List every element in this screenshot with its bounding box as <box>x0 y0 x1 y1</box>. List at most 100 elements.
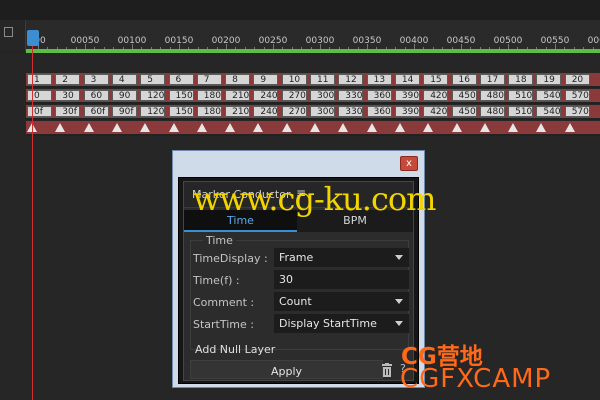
marker[interactable]: 18 <box>508 74 534 85</box>
marker[interactable]: 0f <box>27 106 52 117</box>
marker[interactable]: 30f <box>55 106 81 117</box>
marker[interactable]: 9 <box>253 74 279 85</box>
marker[interactable]: 330f <box>338 106 364 117</box>
comment-dropdown[interactable]: Count <box>274 292 409 311</box>
marker[interactable]: 540 <box>536 90 562 101</box>
marker[interactable]: 210f <box>225 106 251 117</box>
marker[interactable]: 210 <box>225 90 251 101</box>
marker[interactable]: 4 <box>111 74 137 85</box>
marker[interactable]: 30 <box>55 90 81 101</box>
marker[interactable]: 5 <box>140 74 166 85</box>
marker[interactable]: 240f <box>253 106 279 117</box>
marker[interactable]: 450 <box>451 90 477 101</box>
marker[interactable]: 8 <box>225 74 251 85</box>
marker[interactable]: 540f <box>536 106 562 117</box>
marker-triangle-icon[interactable] <box>111 123 122 132</box>
start-time-value: Display StartTime <box>279 317 377 330</box>
start-time-label: StartTime : <box>193 318 254 331</box>
marker-triangle-icon[interactable] <box>536 123 547 132</box>
marker[interactable]: 19 <box>536 74 562 85</box>
marker[interactable]: 90 <box>111 90 137 101</box>
marker[interactable]: 90f <box>111 106 137 117</box>
marker-triangle-icon[interactable] <box>281 123 292 132</box>
marker[interactable]: 570f <box>564 106 590 117</box>
marker-triangle-icon[interactable] <box>83 123 94 132</box>
marker[interactable]: 270 <box>281 90 307 101</box>
cgfxcamp-watermark: CGFXCAMP <box>400 364 552 394</box>
marker[interactable]: 20 <box>564 74 590 85</box>
marker[interactable]: 180f <box>196 106 222 117</box>
marker[interactable]: 120 <box>140 90 166 101</box>
marker[interactable]: 180 <box>196 90 222 101</box>
marker-triangle-icon[interactable] <box>196 123 207 132</box>
time-f-label: Time(f) : <box>193 274 240 287</box>
marker-triangle-icon[interactable] <box>168 123 179 132</box>
marker[interactable]: 60f <box>83 106 109 117</box>
marker-triangle-icon[interactable] <box>423 123 434 132</box>
track-divider <box>26 86 600 88</box>
marker[interactable]: 14 <box>394 74 420 85</box>
marker-triangle-icon[interactable] <box>451 123 462 132</box>
marker-triangle-icon[interactable] <box>140 123 151 132</box>
site-watermark: www.cg-ku.com <box>193 180 436 218</box>
time-display-value: Frame <box>279 251 314 264</box>
marker[interactable]: 1 <box>27 74 52 85</box>
marker[interactable]: 16 <box>451 74 477 85</box>
time-f-input[interactable]: 30 <box>274 270 409 289</box>
current-time-indicator-line <box>32 46 33 400</box>
marker[interactable]: 450f <box>451 106 477 117</box>
marker[interactable]: 360 <box>366 90 392 101</box>
marker[interactable]: 120f <box>140 106 166 117</box>
marker[interactable]: 480f <box>479 106 505 117</box>
time-display-dropdown[interactable]: Frame <box>274 248 409 267</box>
marker[interactable]: 270f <box>281 106 307 117</box>
marker-triangle-icon[interactable] <box>310 123 320 132</box>
current-time-indicator-head[interactable] <box>27 30 39 46</box>
marker[interactable]: 420f <box>423 106 449 117</box>
marker-triangle-icon[interactable] <box>394 123 405 132</box>
marker[interactable]: 480 <box>479 90 505 101</box>
marker-triangle-icon[interactable] <box>55 123 66 132</box>
track-divider <box>26 134 600 136</box>
after-effects-timeline-screen: 00 00050 00100 00150 00200 00250 00300 00350 004… <box>0 0 600 400</box>
marker-triangle-icon[interactable] <box>508 123 519 132</box>
track-divider <box>26 102 600 104</box>
marker[interactable]: 150 <box>168 90 194 101</box>
marker[interactable]: 0 <box>27 90 52 101</box>
marker[interactable]: 330 <box>338 90 364 101</box>
start-time-dropdown[interactable]: Display StartTime <box>274 314 409 333</box>
marker[interactable]: 2 <box>55 74 81 85</box>
marker[interactable]: 390 <box>394 90 420 101</box>
comment-label: Comment : <box>193 296 255 309</box>
close-button[interactable]: x <box>400 156 418 171</box>
marker[interactable]: 510f <box>508 106 534 117</box>
marker[interactable]: 13 <box>366 74 392 85</box>
marker[interactable]: 3 <box>83 74 109 85</box>
marker[interactable]: 60 <box>83 90 109 101</box>
marker-triangle-icon[interactable] <box>338 123 349 132</box>
marker[interactable]: 390f <box>394 106 420 117</box>
apply-button[interactable]: Apply <box>190 360 383 379</box>
marker-triangle-icon[interactable] <box>479 123 490 132</box>
marker[interactable]: 360f <box>366 106 392 117</box>
trash-icon[interactable] <box>382 362 392 377</box>
marker-triangle-icon[interactable] <box>366 123 377 132</box>
marker[interactable]: 300 <box>310 90 335 101</box>
marker[interactable]: 570 <box>564 90 590 101</box>
marker[interactable]: 11 <box>310 74 335 85</box>
marker[interactable]: 240 <box>253 90 279 101</box>
marker[interactable]: 300f <box>310 106 335 117</box>
marker[interactable]: 420 <box>423 90 449 101</box>
marker-triangle-icon[interactable] <box>564 123 575 132</box>
marker[interactable]: 150f <box>168 106 194 117</box>
marker[interactable]: 12 <box>338 74 364 85</box>
marker[interactable]: 15 <box>423 74 449 85</box>
marker[interactable]: 510 <box>508 90 534 101</box>
add-null-layer-checkbox-label[interactable]: Add Null Layer <box>195 343 275 356</box>
marker-triangle-icon[interactable] <box>253 123 264 132</box>
marker[interactable]: 10 <box>281 74 307 85</box>
marker-triangle-icon[interactable] <box>225 123 236 132</box>
marker[interactable]: 17 <box>479 74 505 85</box>
marker[interactable]: 6 <box>168 74 194 85</box>
marker[interactable]: 7 <box>196 74 222 85</box>
